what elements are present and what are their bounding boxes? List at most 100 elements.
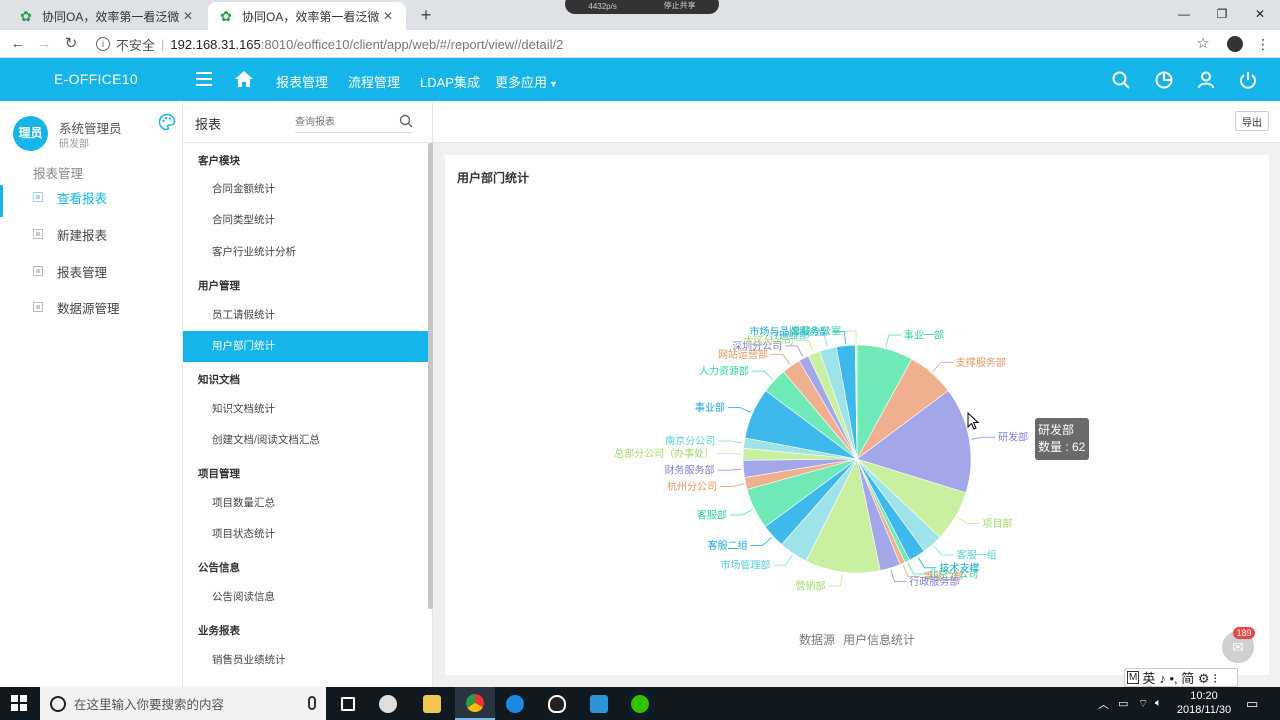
pie-chart-icon[interactable]: [1154, 70, 1174, 90]
pie-leader-line: [717, 468, 742, 471]
pie-leader-line: [719, 483, 744, 488]
sidebar-item-label: 数据源管理: [57, 301, 120, 316]
bookmark-star-icon[interactable]: ☆: [1194, 34, 1212, 54]
power-icon[interactable]: [1238, 70, 1258, 90]
user-icon[interactable]: [1196, 70, 1216, 90]
pie-slice-label: 市场管理部: [720, 559, 770, 572]
avatar[interactable]: 理员: [13, 116, 48, 151]
browser-tab-2[interactable]: ✿ 协同OA，效率第一看泛微 ✕: [208, 2, 406, 30]
app-header: E-OFFICE10 报表管理 流程管理 LDAP集成 更多应用 ▼: [0, 58, 1280, 101]
search-icon[interactable]: [399, 114, 413, 128]
pie-leader-line: [932, 361, 953, 372]
more-menu-icon[interactable]: ⋮: [1256, 34, 1270, 54]
menu-icon[interactable]: [196, 72, 212, 86]
info-icon[interactable]: i: [96, 37, 110, 51]
windows-start-icon[interactable]: [11, 695, 27, 711]
close-window-icon[interactable]: ✕: [1248, 3, 1272, 25]
minimize-icon[interactable]: —: [1172, 3, 1196, 25]
clock-time: 10:20: [1190, 690, 1218, 702]
report-item[interactable]: 销售员业绩统计: [183, 645, 428, 676]
edge-icon[interactable]: [495, 687, 535, 720]
report-item[interactable]: 客户行业统计分析: [183, 237, 428, 268]
report-item[interactable]: 员工请假统计: [183, 300, 428, 331]
address-bar: ← → ↻ i 不安全 | 192.168.31.165:8010/eoffic…: [0, 30, 1280, 58]
export-button[interactable]: 导出: [1235, 111, 1269, 131]
nav-more-apps[interactable]: 更多应用 ▼: [495, 72, 558, 91]
url-path: :8010/eoffice10/client/app/web/#/report/…: [260, 36, 564, 52]
browser-tab-1[interactable]: ✿ 协同OA，效率第一看泛微 ✕: [8, 2, 206, 30]
pie-leader-line: [750, 536, 772, 546]
reload-icon[interactable]: ↻: [61, 34, 81, 54]
clock-date: 2018/11/30: [1176, 704, 1232, 716]
tray-up-icon[interactable]: ︿: [1098, 687, 1109, 720]
back-icon[interactable]: ←: [8, 34, 28, 54]
taskbar-search[interactable]: 在这里输入你要搜索的内容: [40, 687, 326, 720]
network-icon[interactable]: ⌔: [1138, 687, 1148, 720]
report-item[interactable]: 合同金额统计: [183, 174, 428, 205]
volume-icon[interactable]: 🔈︎: [1155, 687, 1162, 720]
report-item-active[interactable]: 用户部门统计: [183, 331, 428, 362]
notification-icon[interactable]: ▭: [1246, 687, 1258, 720]
sidebar-section-title: 报表管理: [33, 167, 84, 181]
mic-icon[interactable]: [308, 696, 316, 710]
close-icon[interactable]: ✕: [180, 9, 196, 23]
tab-title: 协同OA，效率第一看泛微: [42, 9, 180, 24]
pie-slice-label: 客服部: [697, 508, 727, 521]
home-icon[interactable]: [234, 70, 254, 88]
pinwheel-app-icon[interactable]: [368, 687, 408, 720]
brand-logo: E-OFFICE10: [54, 71, 138, 87]
nav-report-management[interactable]: 报表管理: [276, 72, 328, 91]
sidebar-item-new-report[interactable]: 新建报表: [0, 219, 182, 249]
pie-leader-line: [933, 545, 954, 556]
app-icon[interactable]: [579, 687, 619, 720]
user-dept: 研发部: [59, 139, 89, 150]
report-item[interactable]: 项目数量汇总: [183, 488, 428, 519]
ime-toolbar[interactable]: M 英 ♪ •, 简 ⚙ ⁝: [1124, 668, 1238, 687]
sidebar-item-datasource-management[interactable]: 数据源管理: [0, 292, 182, 322]
report-item[interactable]: 创建文档/阅读文档汇总: [183, 425, 428, 456]
sidebar-item-report-management[interactable]: 报表管理: [0, 256, 182, 286]
url-separator: |: [161, 36, 165, 52]
account-icon[interactable]: [1227, 36, 1243, 52]
pie-chart: 事业一部支撑服务部研发部项目部客服一组技术支撑北京分公司事业二部行政服务部营销部…: [614, 325, 1028, 593]
task-view-icon[interactable]: [328, 687, 368, 720]
new-tab-button[interactable]: +: [416, 5, 436, 25]
taskbar: 在这里输入你要搜索的内容 ︿ ▭ ⌔ 🔈︎ 10:20 2018/11/30 ▭: [0, 687, 1280, 720]
group-title: 知识文档: [198, 374, 240, 386]
report-item[interactable]: 项目状态统计: [183, 519, 428, 550]
chat-badge: 189: [1233, 627, 1255, 639]
url-field[interactable]: i 不安全 | 192.168.31.165:8010/eoffice10/cl…: [96, 33, 1220, 55]
report-item[interactable]: 知识文档统计: [183, 394, 428, 425]
tablet-icon[interactable]: ▭: [1118, 687, 1128, 720]
chart-title: 用户部门统计: [457, 171, 530, 185]
taskbar-search-placeholder: 在这里输入你要搜索的内容: [74, 698, 225, 712]
sidebar-item-view-reports[interactable]: 查看报表: [0, 182, 182, 217]
group-title: 项目管理: [198, 468, 240, 480]
report-search-input[interactable]: [295, 113, 413, 133]
forward-icon[interactable]: →: [34, 34, 54, 54]
stop-share-button[interactable]: 停止共享: [664, 0, 696, 11]
maximize-icon[interactable]: ❐: [1210, 3, 1234, 25]
search-icon[interactable]: [1111, 70, 1131, 90]
report-item[interactable]: 合同类型统计: [183, 205, 428, 236]
report-icon: [33, 192, 43, 202]
datasource-value: 用户信息统计: [843, 633, 916, 647]
pie-slice-label: 事业部: [695, 401, 725, 414]
pie-leader-line: [890, 569, 907, 582]
chrome-icon[interactable]: [455, 687, 495, 720]
system-clock[interactable]: 10:20 2018/11/30: [1172, 689, 1236, 717]
palette-icon[interactable]: [158, 113, 176, 131]
report-icon: [33, 266, 43, 276]
chart-card: 事业一部 支撑服务部 研发部 项目部 客服一组 技术支撑 北京分公司 事业二部 行政服务部 营销部…: [445, 155, 1269, 675]
browser-tab-bar: ✿ 协同OA，效率第一看泛微 ✕ ✿ 协同OA，效率第一看泛微 ✕ + 4432…: [0, 0, 1280, 30]
qq-icon[interactable]: [537, 687, 577, 720]
file-explorer-icon[interactable]: [412, 687, 452, 720]
close-icon[interactable]: ✕: [380, 9, 396, 23]
nav-more-apps-label: 更多应用: [495, 75, 548, 90]
nav-workflow-management[interactable]: 流程管理: [348, 72, 400, 91]
wechat-icon[interactable]: [620, 687, 660, 720]
nav-ldap[interactable]: LDAP集成: [420, 72, 480, 91]
sidebar-item-label: 查看报表: [57, 191, 108, 206]
pie-slice-label: 行政服务部: [909, 575, 959, 588]
report-item[interactable]: 公告阅读信息: [183, 582, 428, 613]
